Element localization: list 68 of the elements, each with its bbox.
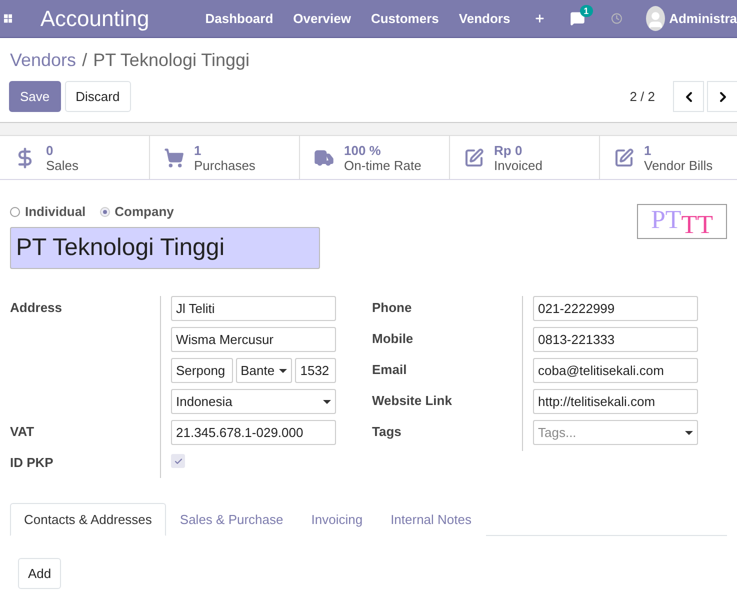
field-label: Address [10,299,64,317]
name-field[interactable]: PT Teknologi Tinggi [10,227,320,269]
menu-item[interactable]: Overview [293,11,351,26]
stat-label: Vendor Bills [644,158,713,172]
discard-button[interactable]: Discard [64,81,131,112]
stat-value: 0 [46,142,54,158]
field-label: Email [372,361,408,379]
stat-label: Purchases [194,158,256,172]
input-field[interactable]: Jl Teliti [171,296,336,321]
add-button[interactable]: Add [18,558,62,589]
company-type-option[interactable]: Company [100,204,174,219]
previous-button[interactable] [673,81,704,112]
apps-menu-icon[interactable] [4,13,12,24]
company-type-option[interactable]: Individual [10,204,86,219]
app-title: Accounting [40,6,150,32]
user-name[interactable]: Administra [669,11,737,26]
stat-label: Sales [46,158,79,172]
input-field[interactable]: 21.345.678.1-029.000 [171,420,336,445]
stat-button[interactable]: 1 Purchases [150,136,300,179]
company-logo: PTTT [637,204,727,239]
tab[interactable]: Contacts & Addresses [10,503,166,536]
radio-button[interactable] [10,206,20,216]
stat-label: Invoiced [494,158,542,172]
breadcrumb-separator: / [82,50,88,71]
input-field[interactable]: http://telitisekali.com [533,389,698,414]
field-label: ID PKP [10,454,54,472]
field-label: Website Link [372,392,453,410]
stat-label: On-time Rate [344,158,422,172]
stat-value: Rp 0 [494,142,524,158]
edit-icon [614,148,634,168]
breadcrumb-current: PT Teknologi Tinggi [93,50,250,71]
field-label: Mobile [372,330,414,348]
input-field[interactable]: coba@telitisekali.com [533,358,698,383]
check-icon [174,456,182,466]
avatar-icon[interactable] [646,6,666,31]
field-label: Tags [372,423,402,441]
input-field[interactable]: 021-2222999 [533,296,698,321]
save-button[interactable]: Save [9,81,61,112]
truck-icon [314,148,334,168]
country-select[interactable]: Indonesia [171,389,336,414]
menu-item[interactable]: Vendors [458,11,510,26]
stat-button[interactable]: 0 Sales [0,136,150,179]
input-field[interactable]: Wisma Mercusur [171,327,336,352]
input-field[interactable]: 0813-221333 [533,327,698,352]
message-count-badge: 1 [580,5,593,17]
next-button[interactable] [707,81,737,112]
breadcrumb-link[interactable]: Vendors [10,50,76,71]
edit-icon [464,148,484,168]
menu-item[interactable]: Customers [370,11,439,26]
input-field[interactable]: Serpong [171,358,233,383]
menu-item[interactable]: Dashboard [205,11,274,26]
checkbox[interactable] [171,454,185,468]
field-label: VAT [10,423,36,441]
stat-value: 1 [194,142,202,158]
stat-value: 100 % [344,142,382,158]
field-label: Phone [372,299,413,317]
chat-icon[interactable] [570,11,585,26]
stat-button[interactable]: Rp 0 Invoiced [450,136,600,179]
pager-counter: 2 / 2 [630,89,655,104]
radio-button[interactable] [100,206,110,216]
state-select[interactable]: Bante [236,358,292,383]
stat-button[interactable]: 1 Vendor Bills [600,136,737,179]
input-field[interactable]: 1532 [295,358,336,383]
tags-select[interactable]: Tags... [533,420,698,445]
stat-value: 1 [644,142,652,158]
cart-icon [164,148,184,168]
stat-button[interactable]: 100 % On-time Rate [300,136,450,179]
clock-icon[interactable] [610,11,622,26]
